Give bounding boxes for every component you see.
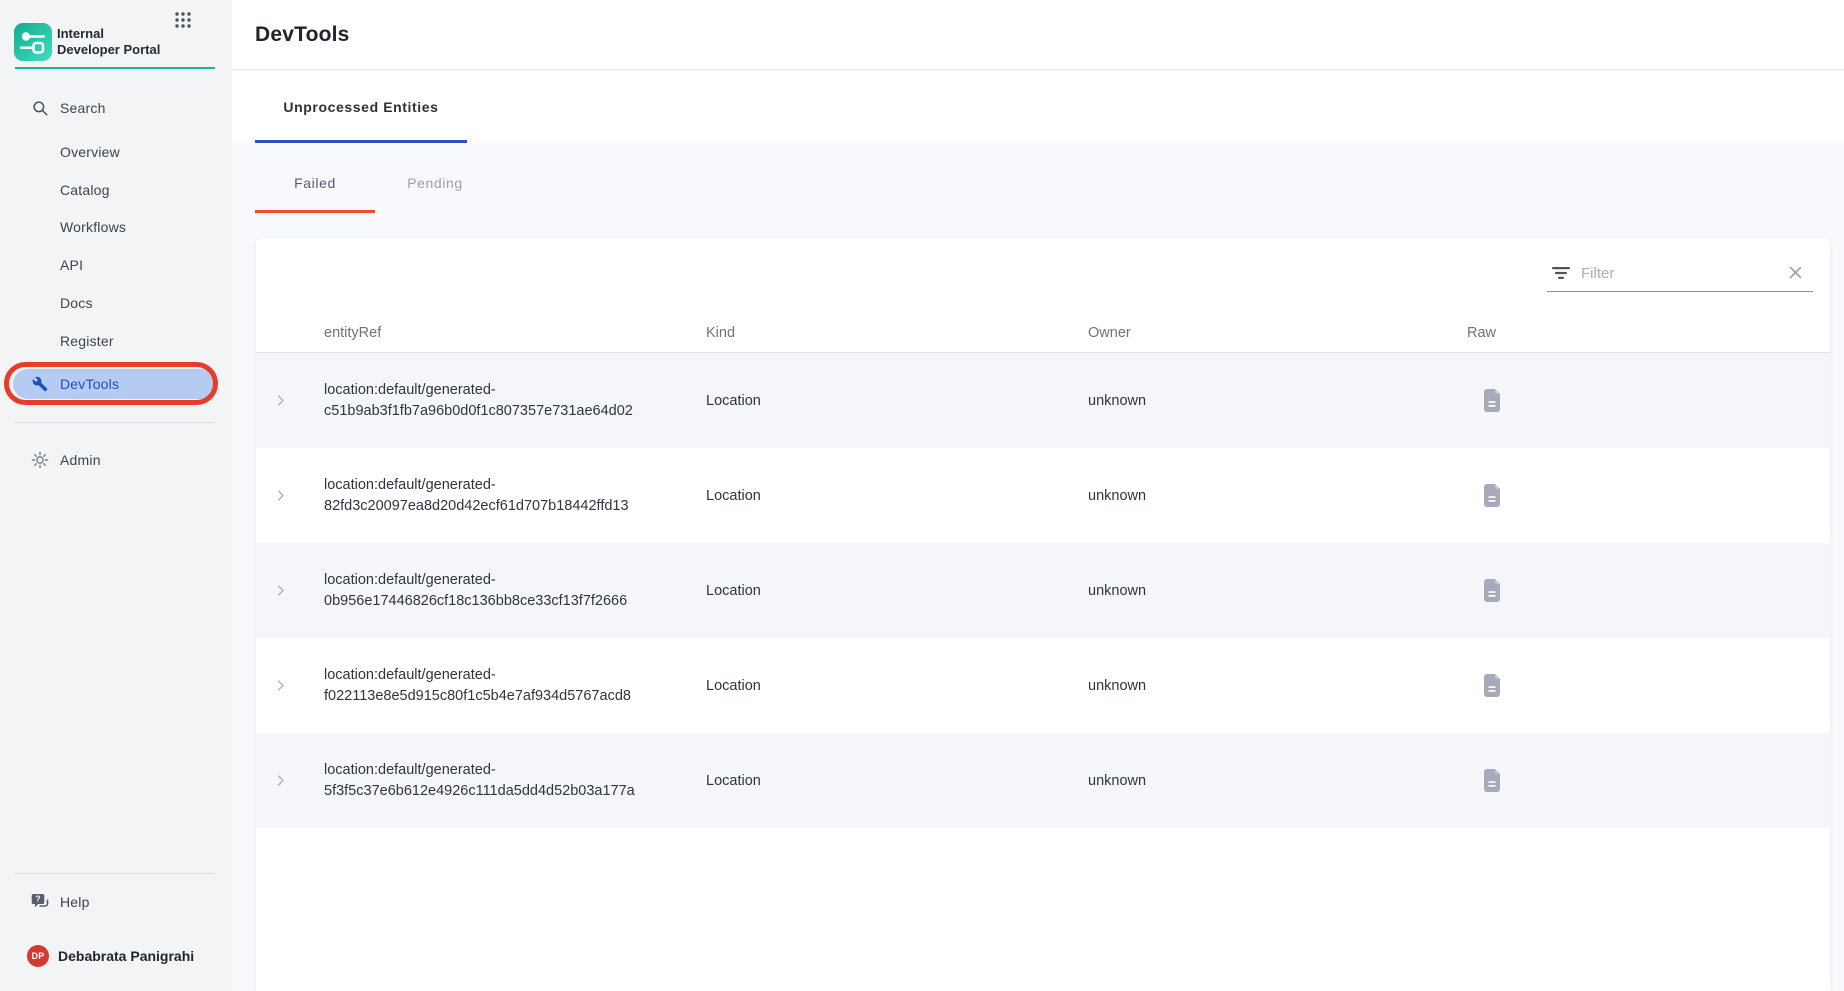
sidebar-item-devtools-selected[interactable]: DevTools [0, 369, 232, 399]
table-header-row: entityRef Kind Owner Raw [256, 313, 1830, 353]
sidebar-item-label: Help [60, 894, 90, 910]
sidebar-item-api[interactable]: API [0, 246, 232, 284]
expand-row-button[interactable] [266, 577, 294, 605]
user-menu[interactable]: DP Debabrata Panigrahi [0, 937, 232, 975]
cell-kind: Location [706, 678, 761, 694]
sidebar: Internal Developer Portal Search Overvie… [0, 0, 232, 991]
cell-entityref: location:default/generated-5f3f5c37e6b61… [324, 760, 659, 802]
entities-table-card: entityRef Kind Owner Raw location:defaul… [256, 238, 1830, 991]
cell-kind: Location [706, 583, 761, 599]
expand-row-button[interactable] [266, 482, 294, 510]
document-icon [1483, 483, 1503, 508]
expand-row-button[interactable] [266, 387, 294, 415]
tab-label: Failed [294, 175, 336, 191]
tab-pending[interactable]: Pending [375, 143, 495, 213]
view-raw-button[interactable] [1480, 671, 1506, 701]
tab-label: Unprocessed Entities [283, 99, 438, 115]
user-name: Debabrata Panigrahi [58, 948, 194, 964]
clear-filter-icon[interactable] [1788, 265, 1803, 280]
sidebar-item-label: Search [60, 100, 106, 116]
avatar: DP [27, 945, 49, 967]
chevron-right-icon [273, 488, 288, 503]
cell-entityref: location:default/generated-0b956e1744682… [324, 570, 659, 612]
view-raw-button[interactable] [1480, 386, 1506, 416]
view-raw-button[interactable] [1480, 481, 1506, 511]
cell-owner: unknown [1088, 583, 1146, 599]
primary-tabs: Unprocessed Entities [232, 71, 1844, 143]
column-header-kind: Kind [706, 313, 735, 353]
cell-kind: Location [706, 488, 761, 504]
table-row: location:default/generated-f022113e8e5d9… [256, 638, 1830, 733]
filter-input[interactable] [1579, 264, 1782, 283]
sidebar-item-docs[interactable]: Docs [0, 284, 232, 322]
devtools-page: Internal Developer Portal Search Overvie… [0, 0, 1844, 991]
view-raw-button[interactable] [1480, 766, 1506, 796]
chevron-right-icon [273, 393, 288, 408]
expand-row-button[interactable] [266, 767, 294, 795]
sidebar-item-workflows[interactable]: Workflows [0, 208, 232, 246]
svg-text:?: ? [35, 894, 40, 904]
table-row: location:default/generated-0b956e1744682… [256, 543, 1830, 638]
tab-failed[interactable]: Failed [255, 143, 375, 213]
sidebar-item-search[interactable]: Search [0, 89, 232, 127]
view-raw-button[interactable] [1480, 576, 1506, 606]
sidebar-item-admin[interactable]: Admin [0, 441, 232, 479]
cell-kind: Location [706, 773, 761, 789]
sidebar-logo-divider [15, 67, 215, 69]
sidebar-item-label: Workflows [60, 219, 126, 235]
sidebar-item-register[interactable]: Register [0, 322, 232, 360]
cell-entityref: location:default/generated-f022113e8e5d9… [324, 665, 659, 707]
app-title: Internal Developer Portal [57, 26, 169, 58]
main-content: DevTools Unprocessed Entities Failed Pen… [232, 0, 1844, 991]
table-body: location:default/generated-c51b9ab3f1fb7… [256, 353, 1830, 828]
sidebar-item-label: API [60, 257, 83, 273]
chevron-right-icon [273, 583, 288, 598]
chevron-right-icon [273, 678, 288, 693]
app-logo-icon [14, 23, 52, 61]
cell-owner: unknown [1088, 773, 1146, 789]
cell-kind: Location [706, 393, 761, 409]
sidebar-divider [15, 422, 215, 423]
table-row: location:default/generated-c51b9ab3f1fb7… [256, 353, 1830, 448]
sidebar-item-label: DevTools [60, 376, 119, 392]
filter-field [1547, 256, 1813, 292]
sidebar-item-label: Catalog [60, 182, 110, 198]
apps-grid-icon[interactable] [174, 11, 192, 29]
sidebar-item-help[interactable]: ? Help [0, 883, 232, 921]
tab-label: Pending [407, 175, 463, 191]
column-header-owner: Owner [1088, 313, 1131, 353]
chevron-right-icon [273, 773, 288, 788]
sidebar-item-label: Admin [60, 452, 101, 468]
sidebar-item-label: Overview [60, 144, 120, 160]
sidebar-item-catalog[interactable]: Catalog [0, 171, 232, 209]
cell-entityref: location:default/generated-82fd3c20097ea… [324, 475, 659, 517]
wrench-icon [30, 374, 50, 394]
table-row: location:default/generated-82fd3c20097ea… [256, 448, 1830, 543]
gear-icon [30, 450, 50, 470]
sidebar-item-label: Register [60, 333, 114, 349]
sidebar-item-label: Docs [60, 295, 93, 311]
document-icon [1483, 768, 1503, 793]
cell-owner: unknown [1088, 678, 1146, 694]
cell-owner: unknown [1088, 488, 1146, 504]
tab-unprocessed-entities[interactable]: Unprocessed Entities [255, 71, 467, 143]
expand-row-button[interactable] [266, 672, 294, 700]
document-icon [1483, 673, 1503, 698]
page-title: DevTools [255, 23, 350, 47]
document-icon [1483, 578, 1503, 603]
page-header: DevTools [232, 0, 1844, 70]
sidebar-divider [15, 873, 215, 874]
document-icon [1483, 388, 1503, 413]
table-row: location:default/generated-5f3f5c37e6b61… [256, 733, 1830, 828]
column-header-raw: Raw [1467, 313, 1496, 353]
active-subtab-indicator [255, 210, 375, 213]
column-header-entityref: entityRef [324, 313, 381, 353]
filter-icon [1551, 266, 1571, 280]
cell-entityref: location:default/generated-c51b9ab3f1fb7… [324, 380, 659, 422]
secondary-tabs: Failed Pending [232, 143, 1844, 213]
sidebar-item-overview[interactable]: Overview [0, 133, 232, 171]
cell-owner: unknown [1088, 393, 1146, 409]
search-icon [30, 98, 50, 118]
help-chat-icon: ? [30, 892, 50, 912]
